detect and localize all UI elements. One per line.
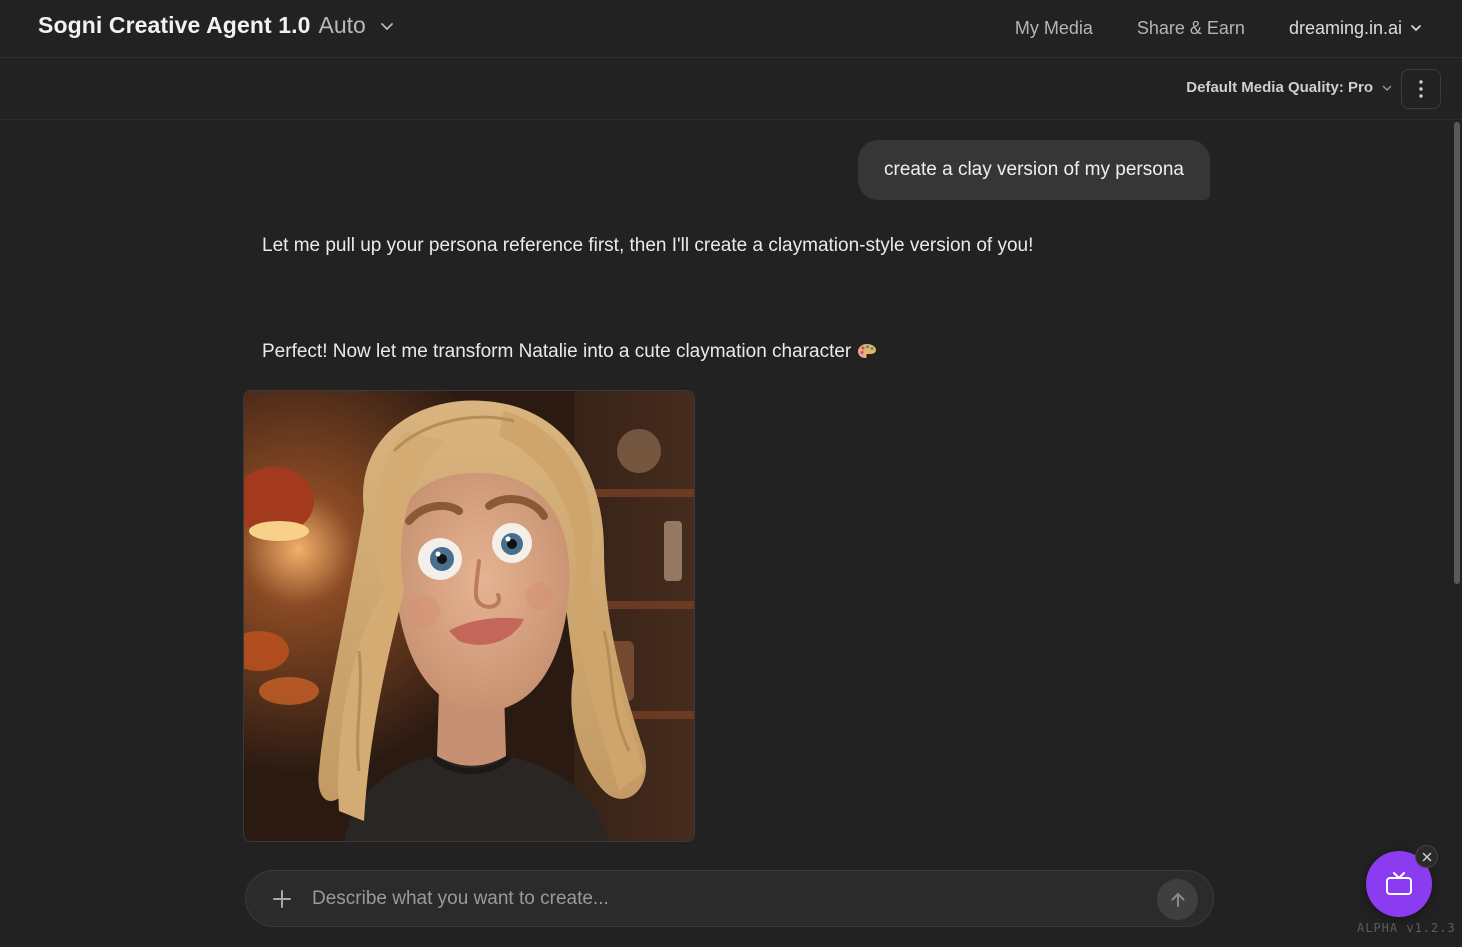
- assistant-message: Perfect! Now let me transform Natalie in…: [262, 337, 1052, 367]
- scrollbar-thumb[interactable]: [1454, 122, 1460, 584]
- assistant-message-text: Perfect! Now let me transform Natalie in…: [262, 341, 852, 362]
- fab-close-button[interactable]: [1415, 845, 1438, 868]
- chevron-down-icon[interactable]: [380, 19, 394, 33]
- brand: Sogni Creative Agent 1.0 Auto: [38, 12, 394, 39]
- top-header: Sogni Creative Agent 1.0 Auto My Media S…: [0, 0, 1462, 58]
- generated-image[interactable]: [243, 390, 695, 842]
- user-message: create a clay version of my persona: [858, 140, 1210, 200]
- send-button[interactable]: [1157, 879, 1198, 920]
- account-name: dreaming.in.ai: [1288, 17, 1402, 38]
- app-title: Sogni Creative Agent 1.0: [38, 12, 311, 38]
- top-nav: My Media Share & Earn dreaming.in.ai: [1015, 0, 1422, 56]
- arrow-up-icon: [1171, 892, 1184, 907]
- kebab-icon: [1419, 80, 1423, 98]
- plus-icon[interactable]: [270, 887, 294, 911]
- claymation-portrait-image: [244, 391, 694, 841]
- nav-my-media[interactable]: My Media: [1015, 18, 1093, 39]
- media-quality-dropdown[interactable]: Default Media Quality: Pro: [1186, 79, 1392, 96]
- chevron-down-icon: [1411, 25, 1421, 31]
- palette-icon: [857, 344, 876, 358]
- mode-selector[interactable]: Auto: [319, 12, 366, 39]
- sub-toolbar: Default Media Quality: Pro: [0, 58, 1462, 120]
- assistant-message: Let me pull up your persona reference fi…: [262, 235, 1034, 256]
- prompt-input[interactable]: [312, 881, 1132, 917]
- message-composer: [245, 870, 1214, 927]
- media-quality-label: Default Media Quality: Pro: [1186, 79, 1373, 96]
- tv-icon: [1386, 872, 1412, 895]
- more-options-button[interactable]: [1401, 69, 1441, 109]
- version-label: ALPHA v1.2.3: [1357, 921, 1456, 935]
- close-icon: [1422, 852, 1431, 861]
- chevron-down-icon: [1382, 85, 1392, 91]
- account-menu[interactable]: dreaming.in.ai: [1289, 18, 1422, 39]
- nav-share-earn[interactable]: Share & Earn: [1137, 18, 1245, 39]
